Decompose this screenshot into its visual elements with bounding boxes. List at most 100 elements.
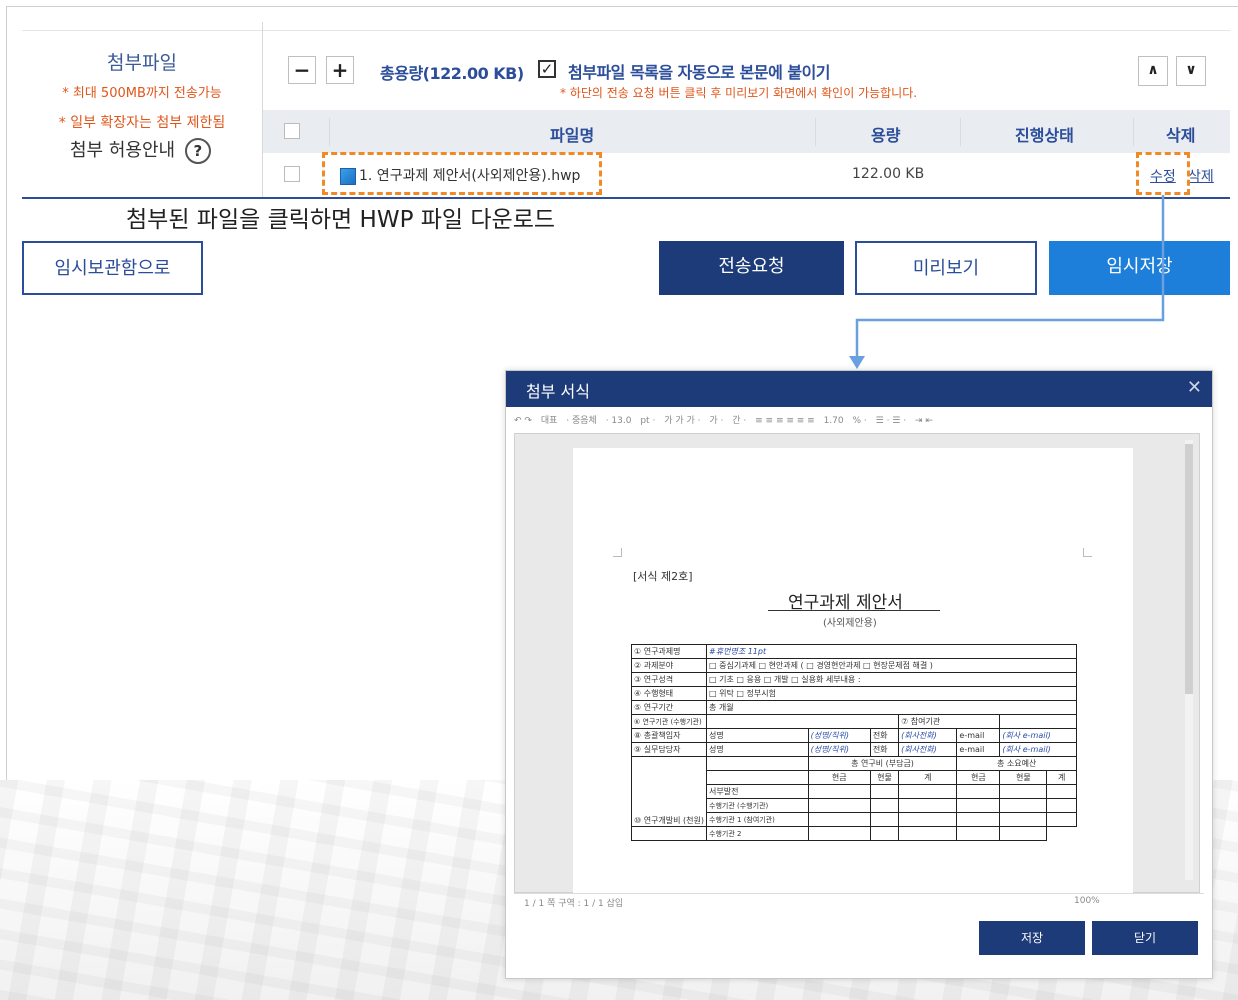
form-cell <box>807 812 871 827</box>
zoom-level[interactable]: 100% <box>1074 896 1100 906</box>
form-cell: 수행기관 2 <box>706 826 809 841</box>
form-cell: (성명/직위) <box>807 742 871 757</box>
form-cell <box>869 798 900 813</box>
form-cell: (회사 e-mail) <box>999 728 1077 743</box>
list-buttons[interactable]: ☰ · ☰ · <box>876 416 906 426</box>
form-cell <box>898 798 958 813</box>
text-format-buttons[interactable]: 가 가 가 · <box>664 416 700 426</box>
form-table: ① 연구과제명 #휴먼명조 11pt ② 과제분야 □ 중심기과제 □ 현안과제… <box>630 644 1077 841</box>
form-cell <box>898 812 958 827</box>
modal-header: 첨부 서식 ✕ <box>506 371 1212 407</box>
table-row: 수행기관 2 <box>630 826 1077 841</box>
form-cell <box>898 826 958 841</box>
text-color-button[interactable]: 가 · <box>709 416 723 426</box>
document-viewer[interactable]: [서식 제2호] 연구과제 제안서 (사외제안용) ① 연구과제명 #휴먼명조 … <box>514 433 1200 894</box>
form-cell: ⑨ 실무담당자 <box>630 742 708 757</box>
table-row: ③ 연구성격 □ 기초 □ 응용 □ 개발 □ 실용화 세부내용 : <box>630 672 1077 687</box>
form-cell: 총 소요예산 <box>956 756 1077 771</box>
form-number: [서식 제2호] <box>633 570 693 583</box>
form-cell: 총 연구비 (부담금) <box>807 756 958 771</box>
indent-buttons[interactable]: ⇥ ⇤ <box>915 416 933 426</box>
form-cell: □ 중심기과제 □ 현안과제 ( □ 경영현안과제 □ 현장문제점 해결 ) <box>706 658 1077 673</box>
align-buttons[interactable]: ≡ ≡ ≡ ≡ ≡ ≡ <box>755 416 815 426</box>
document-page: [서식 제2호] 연구과제 제안서 (사외제안용) ① 연구과제명 #휴먼명조 … <box>573 448 1133 894</box>
form-cell: 성명 <box>706 742 809 757</box>
table-row: ⑧ 총괄책임자 성명 (성명/직위) 전화 (회사전화) e-mail (회사 … <box>630 728 1077 743</box>
form-cell: ⑤ 연구기간 <box>630 700 708 715</box>
form-cell: ⑧ 총괄책임자 <box>630 728 708 743</box>
form-cell: #휴먼명조 11pt <box>706 644 1077 659</box>
viewer-scrollbar[interactable] <box>1185 440 1193 880</box>
form-cell: 현물 <box>869 770 900 785</box>
page-corner-mark <box>613 548 622 557</box>
form-cell <box>807 784 871 799</box>
form-cell: ⑦ 참여기관 <box>898 714 1001 729</box>
form-cell: 총 개월 <box>706 700 1077 715</box>
form-cell <box>956 784 1001 799</box>
form-cell <box>999 826 1048 841</box>
form-cell: ③ 연구성격 <box>630 672 708 687</box>
table-row: ⑨ 실무담당자 성명 (성명/직위) 전화 (회사전화) e-mail (회사 … <box>630 742 1077 757</box>
modal-save-button[interactable]: 저장 <box>979 921 1085 955</box>
form-cell <box>706 714 900 729</box>
form-cell: e-mail <box>956 728 1001 743</box>
attachment-form-modal: 첨부 서식 ✕ ↶ ↷ 대표 · 중음체 · 13.0 pt · 가 가 가 ·… <box>505 370 1213 979</box>
form-cell <box>706 770 809 785</box>
form-cell: ① 연구과제명 <box>630 644 708 659</box>
form-cell: (성명/직위) <box>807 728 871 743</box>
form-cell: 계 <box>898 770 958 785</box>
form-cell <box>999 714 1077 729</box>
form-cell: ⑩ 연구개발비 (천원) <box>630 756 708 827</box>
form-cell: 전화 <box>869 742 900 757</box>
form-cell: ② 과제분야 <box>630 658 708 673</box>
form-cell: (회사전화) <box>898 742 958 757</box>
table-row: ⑤ 연구기간 총 개월 <box>630 700 1077 715</box>
table-row: ② 과제분야 □ 중심기과제 □ 현안과제 ( □ 경영현안과제 □ 현장문제점… <box>630 658 1077 673</box>
form-cell <box>869 784 900 799</box>
editor-status-bar: 1 / 1 쪽 구역 : 1 / 1 삽입 100% <box>514 893 1204 910</box>
form-cell <box>956 798 1001 813</box>
form-cell <box>898 784 958 799</box>
form-cell <box>869 826 900 841</box>
form-cell: ⑥ 연구기관 (수행기관) <box>630 714 708 729</box>
table-row: ④ 수행형태 □ 위탁 □ 정부시험 <box>630 686 1077 701</box>
form-cell: 수행기관 1 (참여기관) <box>706 812 809 827</box>
font-size-select[interactable]: · 13.0 <box>606 416 632 426</box>
form-cell: □ 기초 □ 응용 □ 개발 □ 실용화 세부내용 : <box>706 672 1077 687</box>
rnd-budget-label: ⑩ 연구개발비 (천원) <box>634 816 705 825</box>
form-cell: e-mail <box>956 742 1001 757</box>
unit-select[interactable]: pt · <box>640 416 655 426</box>
form-cell: 계 <box>1046 770 1077 785</box>
form-cell <box>869 812 900 827</box>
form-cell: 성명 <box>706 728 809 743</box>
undo-redo-icon[interactable]: ↶ ↷ <box>514 416 532 426</box>
form-cell <box>999 798 1048 813</box>
form-cell <box>807 798 871 813</box>
scrollbar-thumb[interactable] <box>1185 444 1193 694</box>
form-cell <box>999 812 1048 827</box>
line-spacing-unit[interactable]: % · <box>853 416 867 426</box>
form-cell: 수행기관 (수행기관) <box>706 798 809 813</box>
form-cell: 현물 <box>999 770 1048 785</box>
form-cell <box>956 826 1001 841</box>
font-select[interactable]: · 중음체 <box>566 416 597 426</box>
table-row: ① 연구과제명 #휴먼명조 11pt <box>630 644 1077 659</box>
modal-title: 첨부 서식 <box>526 382 590 401</box>
table-row: ⑥ 연구기관 (수행기관) ⑦ 참여기관 <box>630 714 1077 729</box>
form-cell <box>956 812 1001 827</box>
form-cell: 현금 <box>956 770 1001 785</box>
close-icon[interactable]: ✕ <box>1187 377 1202 398</box>
status-page-info: 1 / 1 쪽 구역 : 1 / 1 삽입 <box>524 899 624 909</box>
form-cell <box>807 826 871 841</box>
style-select[interactable]: 대표 <box>541 416 558 426</box>
line-spacing-value[interactable]: 1.70 <box>824 416 844 426</box>
highlight-button[interactable]: 간 · <box>732 416 746 426</box>
document-subtitle: (사외제안용) <box>823 618 877 629</box>
form-cell <box>999 784 1048 799</box>
modal-close-button[interactable]: 닫기 <box>1092 921 1198 955</box>
form-cell: □ 위탁 □ 정부시험 <box>706 686 1077 701</box>
title-underline <box>768 610 940 611</box>
editor-toolbar: ↶ ↷ 대표 · 중음체 · 13.0 pt · 가 가 가 · 가 · 간 ·… <box>514 413 1204 433</box>
form-cell <box>1046 812 1077 827</box>
form-cell: (회사 e-mail) <box>999 742 1077 757</box>
